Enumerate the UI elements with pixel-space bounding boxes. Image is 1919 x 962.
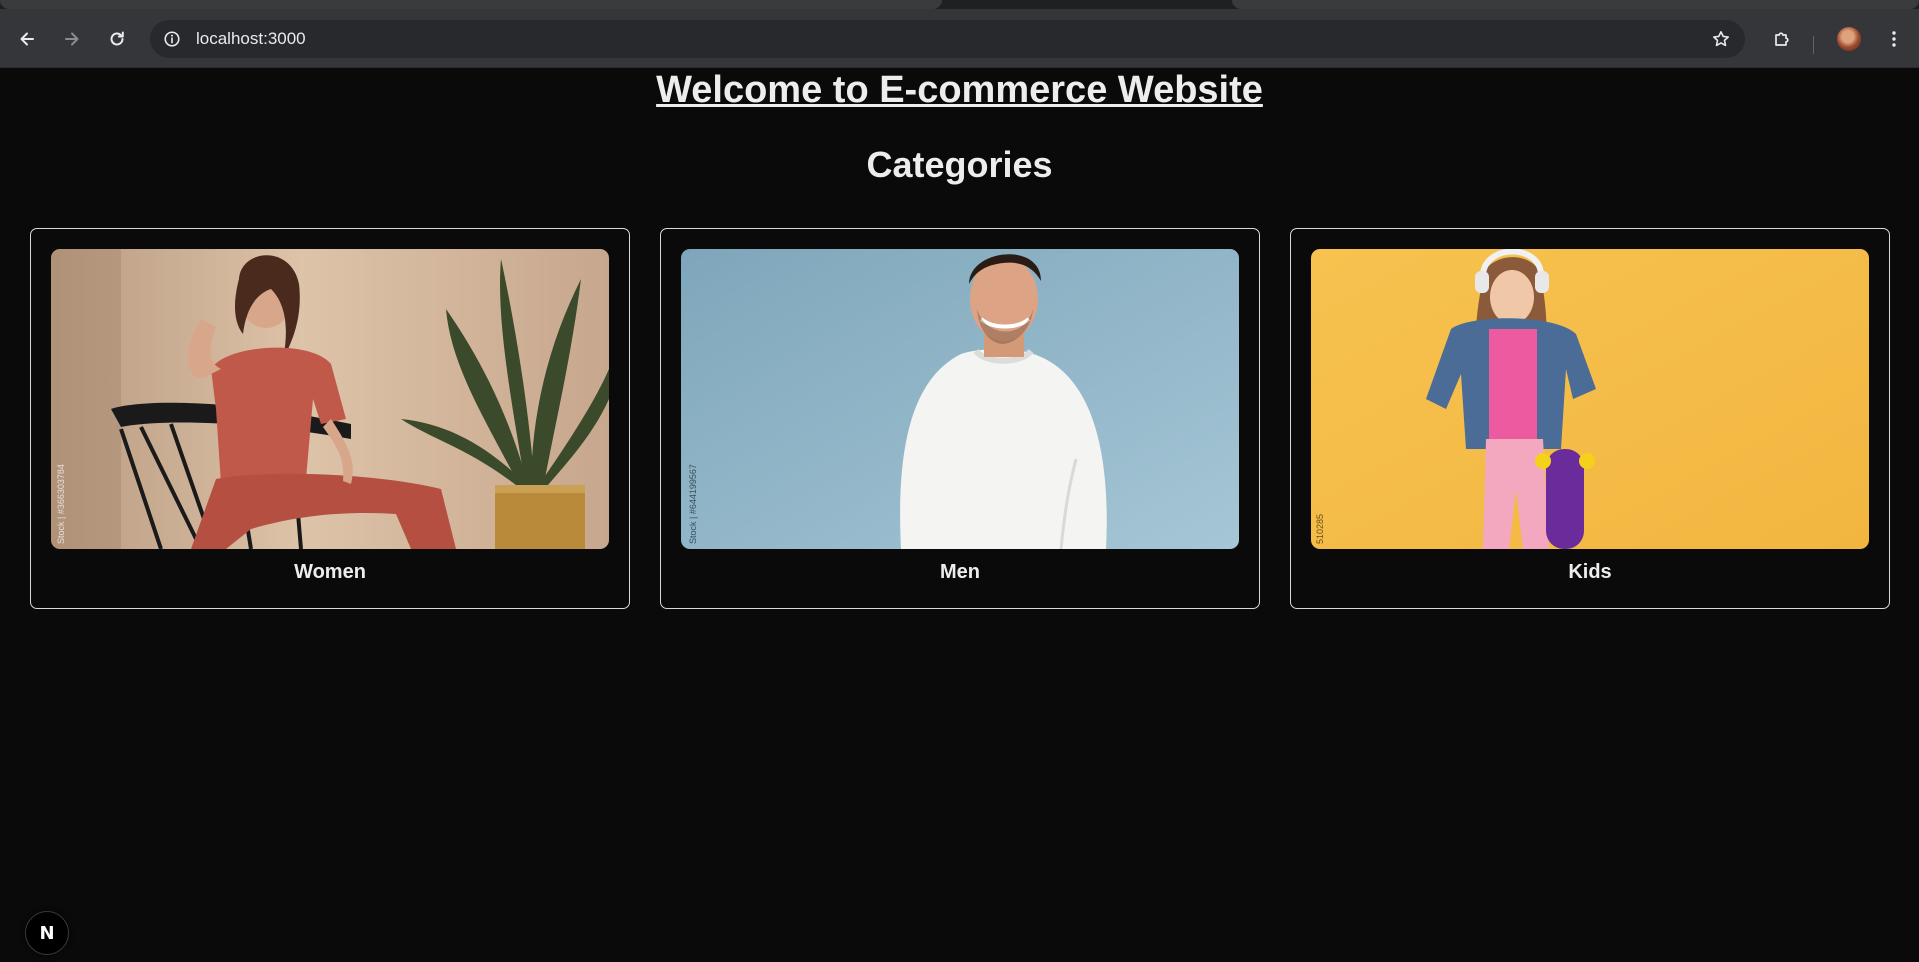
url-text[interactable]: localhost:3000: [196, 30, 306, 48]
back-button[interactable]: [11, 23, 43, 55]
address-bar[interactable]: localhost:3000: [150, 20, 1745, 58]
svg-text:Stock | #366303784: Stock | #366303784: [56, 464, 66, 544]
kebab-menu-icon: [1892, 31, 1896, 47]
category-label-women[interactable]: Women: [31, 561, 629, 584]
toolbar-divider: [1813, 36, 1814, 54]
svg-text:510285: 510285: [1315, 514, 1325, 544]
category-image-kids[interactable]: 510285: [1311, 249, 1869, 549]
puzzle-icon: [1775, 32, 1789, 46]
reload-icon: [110, 31, 124, 46]
reload-button[interactable]: [101, 23, 133, 55]
category-label-men[interactable]: Men: [661, 561, 1259, 584]
nextjs-dev-indicator[interactable]: N: [25, 911, 69, 955]
category-card-men[interactable]: Stock | #644199567 Men: [660, 228, 1260, 609]
tab-other[interactable]: [1232, 0, 1919, 9]
category-label-kids[interactable]: Kids: [1291, 561, 1889, 584]
avatar: [1837, 27, 1861, 51]
svg-text:Stock | #644199567: Stock | #644199567: [688, 464, 698, 544]
category-card-women[interactable]: Stock | #366303784 Women: [30, 228, 630, 609]
profile-button[interactable]: [1833, 23, 1865, 55]
browser-toolbar: localhost:3000: [0, 9, 1919, 68]
page-content: Welcome to E-commerce Website Categories: [0, 68, 1919, 962]
star-icon[interactable]: [1709, 27, 1733, 51]
forward-button[interactable]: [56, 23, 88, 55]
category-card-kids[interactable]: 510285 Kids: [1290, 228, 1890, 609]
arrow-left-icon: [20, 32, 34, 46]
arrow-right-icon: [65, 32, 79, 46]
category-image-women[interactable]: Stock | #366303784: [51, 249, 609, 549]
categories-heading: Categories: [866, 144, 1053, 185]
info-icon[interactable]: [160, 27, 184, 51]
tab-active[interactable]: [0, 0, 942, 9]
nextjs-logo-icon: N: [39, 922, 55, 944]
tab-strip: [0, 0, 1919, 9]
browser-menu-button[interactable]: [1878, 23, 1910, 55]
extensions-button[interactable]: [1766, 23, 1798, 55]
category-image-men[interactable]: Stock | #644199567: [681, 249, 1239, 549]
page-title: Welcome to E-commerce Website: [656, 69, 1263, 111]
